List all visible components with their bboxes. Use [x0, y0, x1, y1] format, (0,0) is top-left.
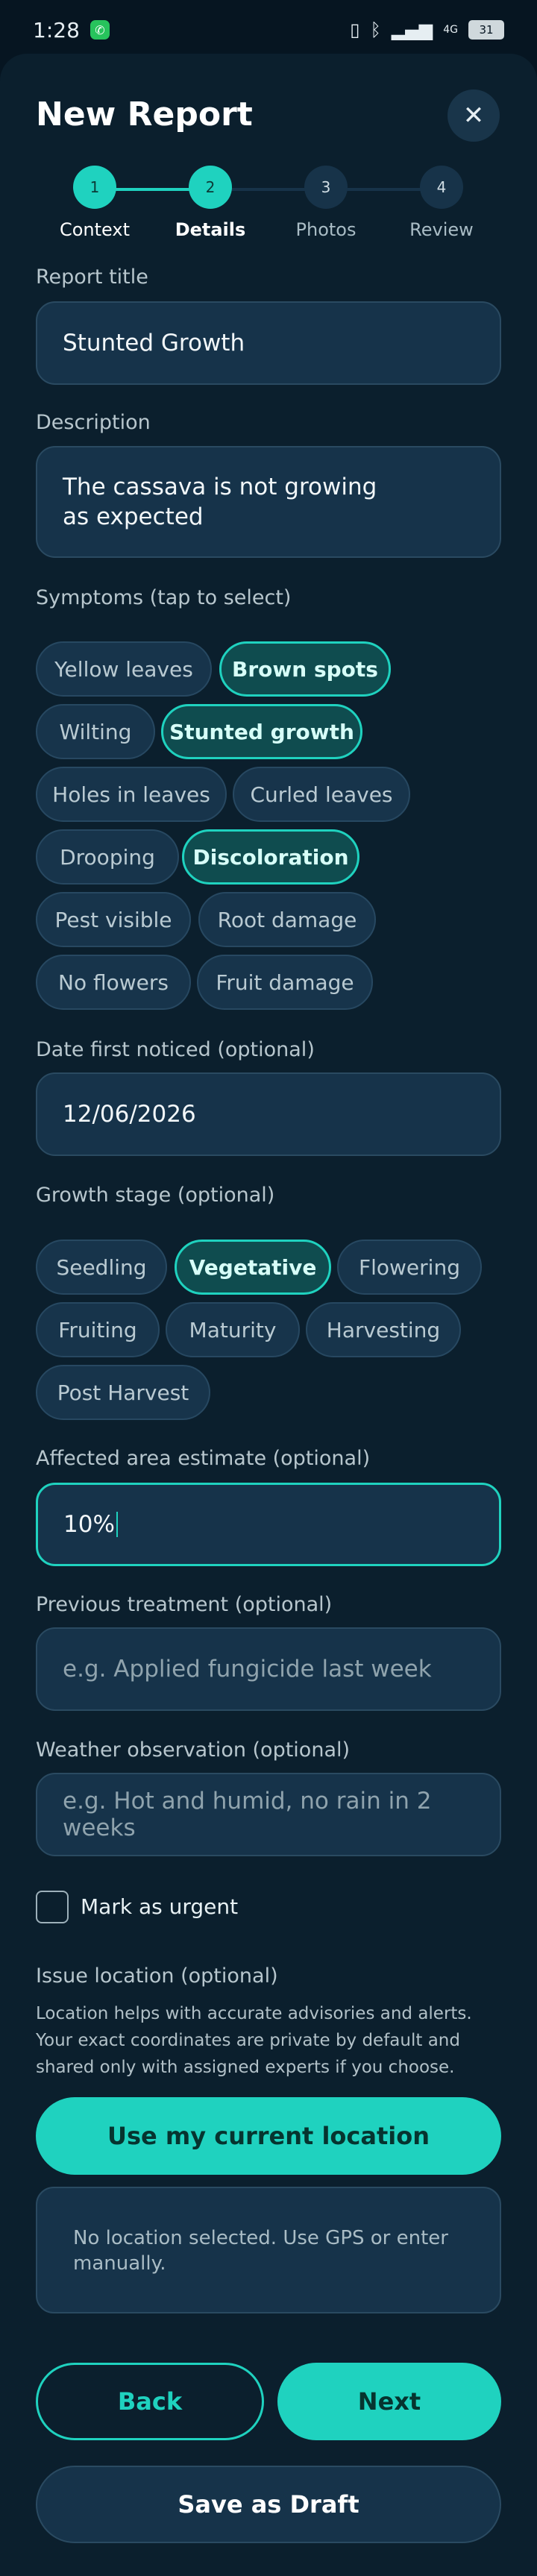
- step-label: Review: [409, 219, 474, 240]
- chip-vegetative[interactable]: Vegetative: [175, 1240, 331, 1295]
- treatment-label: Previous treatment (optional): [36, 1593, 333, 1616]
- close-icon: ✕: [462, 101, 485, 131]
- use-location-label: Use my current location: [107, 2122, 430, 2150]
- chip-flowering[interactable]: Flowering: [337, 1240, 482, 1295]
- chip-pest-visible[interactable]: Pest visible: [36, 892, 191, 947]
- step-label: Context: [59, 219, 131, 240]
- step-details[interactable]: 2 Details: [151, 166, 270, 240]
- status-bar: 1:28 ✆ ▯ ᛒ ▂▄▆ 4G 31: [0, 0, 537, 60]
- weather-label: Weather observation (optional): [36, 1738, 351, 1762]
- bluetooth-icon: ᛒ: [370, 19, 381, 40]
- date-label: Date first noticed (optional): [36, 1038, 315, 1061]
- page-title: New Report: [36, 95, 253, 133]
- signal-icon: ▂▄▆: [391, 19, 433, 40]
- step-dot: 3: [304, 166, 348, 209]
- step-review[interactable]: 4 Review: [382, 166, 501, 240]
- status-time: 1:28: [33, 17, 80, 43]
- growth-stage-label: Growth stage (optional): [36, 1184, 275, 1207]
- step-dot: 1: [73, 166, 116, 209]
- chip-curled-leaves[interactable]: Curled leaves: [233, 767, 410, 822]
- step-dot: 2: [189, 166, 232, 209]
- date-input[interactable]: 12/06/2026: [36, 1072, 501, 1156]
- header: New Report ✕: [0, 54, 537, 180]
- description-label: Description: [36, 411, 151, 434]
- urgent-label[interactable]: Mark as urgent: [81, 1894, 238, 1919]
- chip-stunted-growth[interactable]: Stunted growth: [161, 704, 362, 759]
- date-value: 12/06/2026: [63, 1101, 196, 1128]
- stepper: 1 Context 2 Details 3 Photos 4 Review: [0, 166, 537, 248]
- chip-brown-spots[interactable]: Brown spots: [219, 641, 391, 697]
- description-input[interactable]: The cassava is not growing as expected: [36, 446, 501, 558]
- chip-yellow-leaves[interactable]: Yellow leaves: [36, 641, 212, 697]
- step-context[interactable]: 1 Context: [35, 166, 154, 240]
- report-title-label: Report title: [36, 266, 148, 289]
- next-label: Next: [357, 2387, 421, 2416]
- location-status-text: No location selected. Use GPS or enter m…: [73, 2227, 448, 2275]
- step-photos[interactable]: 3 Photos: [266, 166, 386, 240]
- vibrate-icon: ▯: [350, 19, 360, 40]
- text-caret: [116, 1512, 118, 1537]
- chip-root-damage[interactable]: Root damage: [198, 892, 376, 947]
- report-title-input[interactable]: Stunted Growth: [36, 301, 501, 385]
- location-help-text: Location helps with accurate advisories …: [36, 2004, 472, 2077]
- affected-area-input[interactable]: 10%: [36, 1483, 501, 1566]
- chip-fruit-damage[interactable]: Fruit damage: [197, 955, 373, 1010]
- whatsapp-icon: ✆: [90, 20, 110, 40]
- network-type: 4G: [443, 24, 458, 36]
- chip-discoloration[interactable]: Discoloration: [182, 829, 359, 885]
- location-label: Issue location (optional): [36, 1964, 278, 1988]
- chip-no-flowers[interactable]: No flowers: [36, 955, 191, 1010]
- back-button[interactable]: Back: [36, 2363, 264, 2440]
- urgent-checkbox[interactable]: [36, 1891, 69, 1923]
- step-label: Photos: [295, 219, 357, 240]
- description-value: The cassava is not growing as expected: [63, 474, 377, 530]
- chip-post-harvest[interactable]: Post Harvest: [36, 1365, 210, 1420]
- next-button[interactable]: Next: [277, 2363, 501, 2440]
- chip-maturity[interactable]: Maturity: [166, 1302, 300, 1357]
- save-draft-label: Save as Draft: [178, 2490, 359, 2519]
- use-current-location-button[interactable]: Use my current location: [36, 2097, 501, 2175]
- affected-area-value: 10%: [63, 1511, 115, 1538]
- save-draft-button[interactable]: Save as Draft: [36, 2466, 501, 2543]
- chip-wilting[interactable]: Wilting: [36, 704, 155, 759]
- treatment-placeholder: e.g. Applied fungicide last week: [63, 1656, 432, 1683]
- close-button[interactable]: ✕: [448, 89, 500, 142]
- location-status-box: No location selected. Use GPS or enter m…: [36, 2187, 501, 2313]
- battery-icon: 31: [468, 20, 504, 40]
- back-label: Back: [117, 2387, 183, 2416]
- chip-seedling[interactable]: Seedling: [36, 1240, 167, 1295]
- report-title-value: Stunted Growth: [63, 330, 245, 356]
- step-dot: 4: [420, 166, 463, 209]
- chip-harvesting[interactable]: Harvesting: [306, 1302, 461, 1357]
- step-label: Details: [175, 219, 246, 240]
- weather-placeholder: e.g. Hot and humid, no rain in 2 weeks: [63, 1788, 432, 1841]
- affected-area-label: Affected area estimate (optional): [36, 1447, 371, 1470]
- treatment-input[interactable]: e.g. Applied fungicide last week: [36, 1627, 501, 1711]
- chip-holes-in-leaves[interactable]: Holes in leaves: [36, 767, 227, 822]
- weather-input[interactable]: e.g. Hot and humid, no rain in 2 weeks: [36, 1773, 501, 1856]
- symptoms-label: Symptoms (tap to select): [36, 586, 292, 609]
- chip-fruiting[interactable]: Fruiting: [36, 1302, 160, 1357]
- chip-drooping[interactable]: Drooping: [36, 829, 179, 885]
